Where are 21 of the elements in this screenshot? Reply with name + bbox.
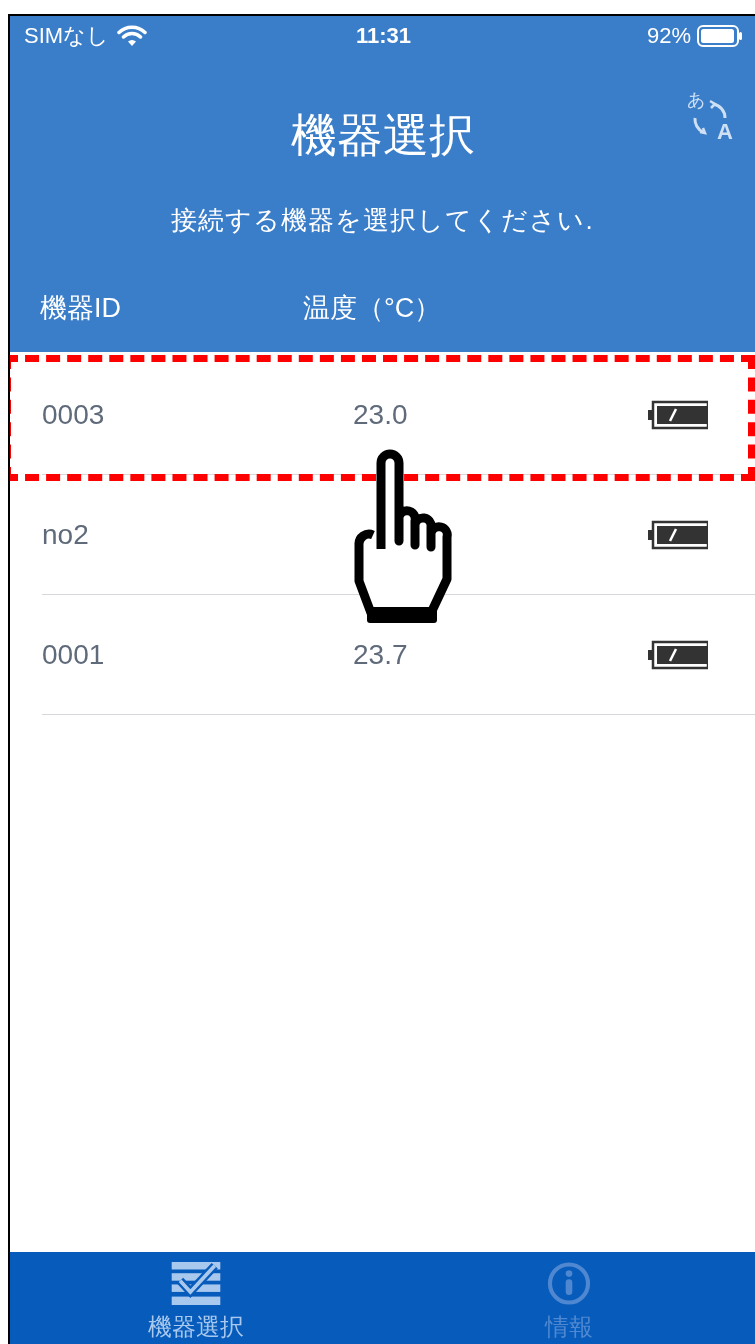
battery-icon	[648, 400, 708, 430]
battery-percent: 92%	[646, 23, 691, 49]
temperature-value: 23.0	[353, 399, 408, 430]
time-text: 11:31	[355, 23, 412, 49]
translate-button[interactable]: あ A	[687, 90, 733, 144]
tab[interactable]: 機器選択	[10, 1252, 383, 1344]
carrier-text: SIMなし	[24, 22, 110, 50]
wifi-icon	[117, 25, 148, 47]
device-id: no2	[42, 519, 90, 551]
temperature-value: 23.7	[353, 639, 408, 670]
battery-icon	[648, 640, 708, 670]
device-id: 0003	[42, 399, 106, 431]
checklist-icon	[170, 1262, 223, 1305]
battery-icon	[697, 25, 743, 47]
column-header: 温度（°C）	[303, 292, 442, 325]
instruction-text: 接続する機器を選択してください.	[170, 204, 595, 237]
tab[interactable]: 情報	[382, 1252, 755, 1344]
battery-icon	[648, 520, 708, 550]
screen-title: 機器選択	[290, 108, 475, 163]
column-header: 機器ID	[40, 292, 122, 325]
device-id: 0001	[42, 639, 106, 671]
